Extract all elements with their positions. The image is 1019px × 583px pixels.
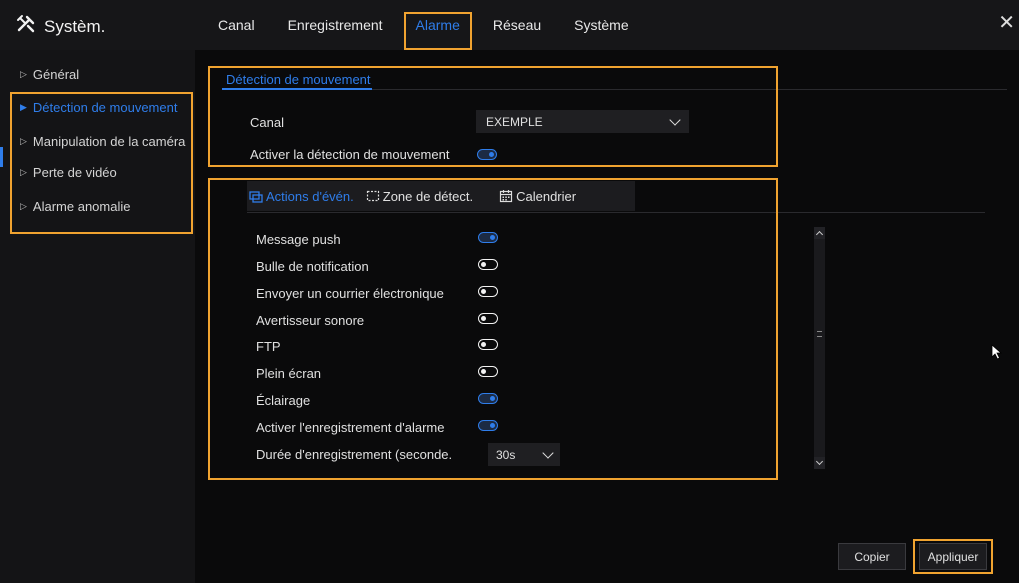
action-label-plein-ecran: Plein écran — [256, 366, 322, 381]
nav-tab-reseau[interactable]: Réseau — [493, 17, 541, 33]
action-label-bulle-notification: Bulle de notification — [256, 259, 369, 274]
action-label-message-push: Message push — [256, 232, 341, 247]
chevron-down-icon — [815, 457, 824, 466]
app-logo: Systèm. — [16, 14, 105, 39]
triangle-right-icon: ▷ — [20, 69, 27, 79]
action-label-ftp: FTP — [256, 339, 281, 354]
nav-tab-enregistrement[interactable]: Enregistrement — [288, 17, 383, 33]
scroll-down-button[interactable] — [814, 457, 825, 469]
tab-actions-label: Actions d'évén. — [266, 188, 354, 204]
tab-zone-label: Zone de détect. — [382, 188, 474, 204]
toggle-message-push[interactable] — [478, 232, 498, 243]
toggle-plein-ecran[interactable] — [478, 366, 498, 377]
canal-select-value: EXEMPLE — [486, 114, 543, 129]
action-label-email: Envoyer un courrier électronique — [256, 286, 444, 301]
toggle-avertisseur[interactable] — [478, 313, 498, 324]
apply-button[interactable]: Appliquer — [919, 543, 987, 570]
top-nav: Canal Enregistrement Alarme Réseau Systè… — [218, 0, 662, 50]
sidebar-item-label: Alarme anomalie — [32, 199, 131, 214]
enable-detection-label: Activer la détection de mouvement — [250, 147, 450, 162]
triangle-right-icon: ▷ — [20, 201, 27, 211]
close-icon[interactable]: ✕ — [998, 13, 1015, 33]
nav-tab-systeme[interactable]: Système — [574, 17, 628, 33]
toggle-eclairage[interactable] — [478, 393, 498, 404]
sidebar-item-general[interactable]: ▷ Général — [20, 67, 79, 82]
calendar-icon — [500, 190, 513, 203]
action-label-eclairage: Éclairage — [256, 393, 311, 408]
canal-select[interactable]: EXEMPLE — [476, 110, 689, 133]
toggle-bulle-notification[interactable] — [478, 259, 498, 270]
copy-button[interactable]: Copier — [838, 543, 906, 570]
sidebar-item-detection-mouvement[interactable]: ▶ Détection de mouvement — [20, 100, 177, 115]
enable-detection-toggle[interactable] — [477, 149, 497, 160]
sidebar-active-marker — [0, 147, 3, 167]
tab-calendrier[interactable]: Calendrier — [493, 189, 582, 204]
triangle-right-icon: ▷ — [20, 167, 27, 177]
tab-calendrier-label: Calendrier — [516, 188, 577, 204]
duration-label: Durée d'enregistrement (seconde. — [256, 447, 453, 462]
event-tabs: Actions d'évén. Zone de détect. Calendri… — [247, 181, 635, 211]
triangle-right-icon: ▶ — [20, 102, 27, 112]
scroll-thumb-grip[interactable] — [817, 331, 822, 337]
sidebar-item-manipulation-camera[interactable]: ▷ Manipulation de la caméra — [20, 134, 185, 149]
tab-zone-detection[interactable]: Zone de détect. — [360, 189, 479, 204]
scroll-up-button[interactable] — [814, 227, 825, 239]
sidebar-item-label: Perte de vidéo — [32, 165, 117, 180]
action-label-enregistrement-alarme: Activer l'enregistrement d'alarme — [256, 420, 445, 435]
toggle-email[interactable] — [478, 286, 498, 297]
chevron-down-icon — [542, 446, 554, 459]
top-bar: Systèm. Canal Enregistrement Alarme Rése… — [0, 0, 1019, 50]
duration-select[interactable]: 30s — [488, 443, 560, 466]
sidebar-item-perte-video[interactable]: ▷ Perte de vidéo — [20, 165, 117, 180]
actions-icon — [249, 191, 263, 203]
triangle-right-icon: ▷ — [20, 136, 27, 146]
sidebar-item-label: Général — [32, 67, 80, 82]
tab-detection-mouvement[interactable]: Détection de mouvement — [226, 72, 371, 87]
mouse-cursor-icon — [991, 344, 1003, 360]
canal-label: Canal — [250, 115, 284, 130]
zone-icon — [366, 190, 379, 202]
sidebar-item-alarme-anomalie[interactable]: ▷ Alarme anomalie — [20, 199, 130, 214]
active-tab-underline — [222, 88, 372, 90]
sidebar — [0, 50, 195, 583]
chevron-up-icon — [815, 230, 824, 239]
toggle-enregistrement-alarme[interactable] — [478, 420, 498, 431]
nav-tab-canal[interactable]: Canal — [218, 17, 255, 33]
tools-icon — [16, 14, 36, 39]
action-label-avertisseur: Avertisseur sonore — [256, 313, 365, 328]
nav-tab-alarme[interactable]: Alarme — [416, 17, 460, 33]
chevron-down-icon — [669, 113, 681, 126]
tab-actions[interactable]: Actions d'évén. — [247, 189, 360, 204]
event-tabs-divider — [247, 212, 985, 213]
sidebar-item-label: Détection de mouvement — [32, 100, 178, 115]
scrollbar[interactable] — [814, 227, 825, 469]
toggle-ftp[interactable] — [478, 339, 498, 350]
duration-select-value: 30s — [496, 447, 516, 462]
sidebar-item-label: Manipulation de la caméra — [32, 134, 186, 149]
app-title: Systèm. — [44, 16, 106, 36]
